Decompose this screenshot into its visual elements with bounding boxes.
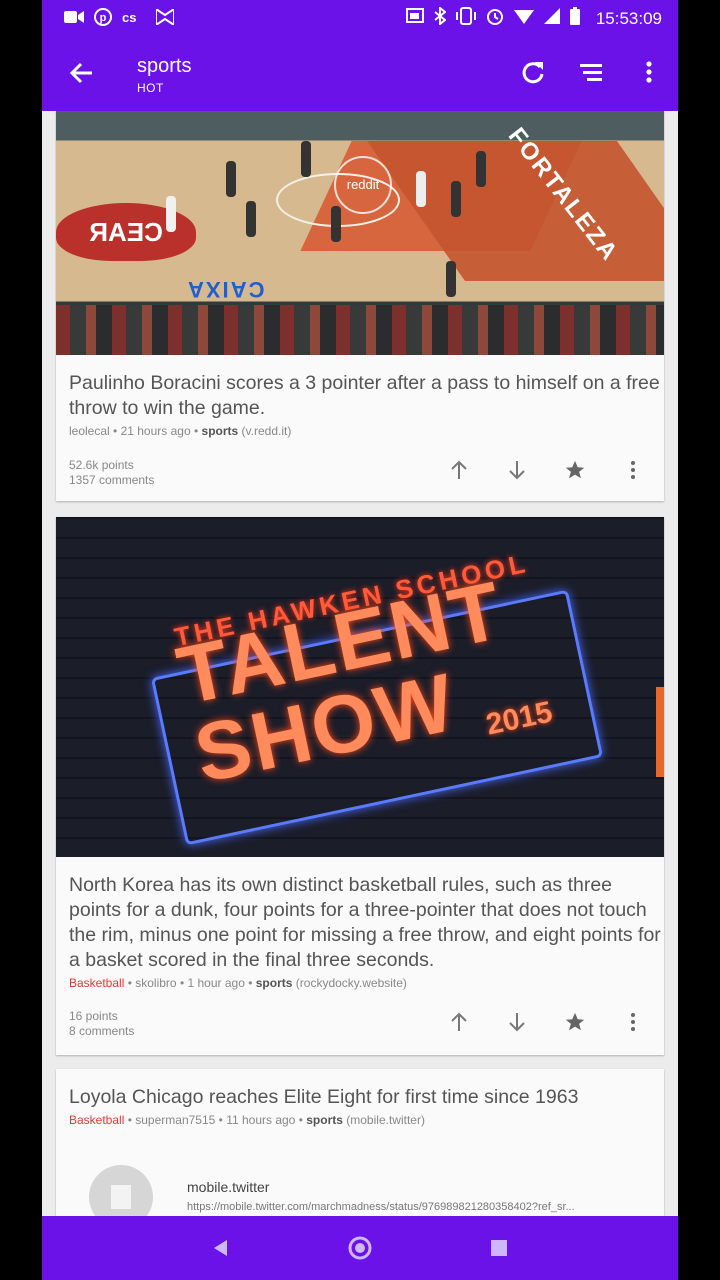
back-button[interactable] — [64, 55, 100, 91]
nav-home-button[interactable] — [345, 1233, 375, 1263]
svg-text:cs: cs — [122, 10, 136, 24]
nav-back-button[interactable] — [206, 1233, 236, 1263]
sort-button[interactable] — [576, 57, 606, 92]
post-title[interactable]: North Korea has its own distinct basketb… — [69, 873, 664, 973]
post-author[interactable]: skolibro — [135, 976, 176, 990]
post-domain: (rockydocky.website) — [295, 976, 407, 990]
post-meta: Basketball • superman7515 • 11 hours ago… — [69, 1113, 425, 1127]
post-card[interactable]: Loyola Chicago reaches Elite Eight for f… — [56, 1069, 664, 1216]
star-icon — [565, 1012, 585, 1031]
link-preview[interactable]: mobile.twitter https://mobile.twitter.co… — [89, 1161, 659, 1216]
post-author[interactable]: superman7515 — [135, 1113, 215, 1127]
post-comments-count[interactable]: 8 comments — [69, 1024, 134, 1039]
battery-icon — [569, 7, 580, 30]
more-vert-icon — [646, 61, 652, 83]
post-thumbnail-video[interactable]: CEAR CAIXA FORTALEZA reddit — [56, 111, 664, 355]
image-placeholder-icon — [111, 1185, 131, 1209]
square-recents-icon — [490, 1240, 507, 1256]
overflow-menu-button[interactable] — [634, 57, 664, 92]
post-subreddit[interactable]: sports — [306, 1113, 343, 1127]
link-domain: mobile.twitter — [187, 1179, 270, 1195]
video-call-icon — [64, 10, 84, 28]
post-points: 16 points — [69, 1009, 118, 1023]
arrow-up-icon — [451, 1012, 467, 1031]
upvote-button[interactable] — [446, 457, 472, 483]
wifi-icon — [513, 8, 534, 29]
system-nav-bar — [42, 1216, 678, 1280]
link-thumbnail — [89, 1165, 153, 1216]
link-url[interactable]: https://mobile.twitter.com/marchmadness/… — [187, 1201, 657, 1213]
post-card[interactable]: THE HAWKEN SCHOOL TALENT SHOW 2015 North… — [56, 517, 664, 1055]
post-title[interactable]: Paulinho Boracini scores a 3 pointer aft… — [69, 371, 664, 421]
page-title: sports — [137, 55, 192, 77]
post-points: 52.6k points — [69, 458, 134, 472]
nav-recents-button[interactable] — [484, 1233, 514, 1263]
court-floor-graphic: CAIXA — [186, 277, 265, 302]
downvote-button[interactable] — [504, 457, 530, 483]
post-overflow-button[interactable] — [620, 1009, 646, 1035]
downvote-button[interactable] — [504, 1009, 530, 1035]
save-star-button[interactable] — [562, 457, 588, 483]
save-star-button[interactable] — [562, 1009, 588, 1035]
post-domain: (mobile.twitter) — [346, 1113, 425, 1127]
alarm-icon — [486, 7, 504, 30]
clock-time: 15:53:09 — [595, 8, 662, 28]
svg-text:p: p — [100, 12, 107, 24]
phone-screen: p cs 15:53:09 sports HOT CEAR CAIXA FORT… — [42, 0, 678, 1280]
status-bar: p cs 15:53:09 — [42, 0, 678, 37]
more-vert-icon — [631, 461, 635, 479]
cast-icon — [405, 8, 424, 29]
video-watermark: reddit — [334, 156, 392, 214]
post-feed[interactable]: CEAR CAIXA FORTALEZA reddit Paulinho Bor… — [42, 111, 678, 1216]
app-bar: sports HOT — [42, 37, 678, 111]
arrow-down-icon — [509, 1013, 525, 1032]
refresh-button[interactable] — [518, 57, 548, 92]
post-time: 11 hours ago — [226, 1113, 296, 1127]
cs-icon: cs — [122, 10, 146, 28]
arrow-up-icon — [451, 460, 467, 479]
post-comments-count[interactable]: 1357 comments — [69, 473, 154, 488]
post-meta: leolecal • 21 hours ago • sports (v.redd… — [69, 424, 292, 438]
post-title[interactable]: Loyola Chicago reaches Elite Eight for f… — [69, 1085, 578, 1110]
toolbar-title-group: sports HOT — [137, 55, 191, 95]
post-stats: 52.6k points 1357 comments — [69, 458, 154, 488]
post-flair: Basketball — [69, 1113, 125, 1127]
post-subreddit[interactable]: sports — [202, 424, 239, 438]
bowtie-icon — [155, 6, 175, 29]
post-meta: Basketball • skolibro • 1 hour ago • spo… — [69, 976, 407, 990]
post-card[interactable]: CEAR CAIXA FORTALEZA reddit Paulinho Bor… — [56, 111, 664, 501]
vibrate-icon — [455, 7, 476, 30]
triangle-back-icon — [214, 1240, 228, 1256]
post-stats: 16 points 8 comments — [69, 1009, 134, 1039]
pinterest-icon: p — [94, 7, 112, 30]
arrow-down-icon — [509, 461, 525, 480]
circle-home-icon — [348, 1236, 372, 1260]
post-flair: Basketball — [69, 976, 125, 990]
upvote-button[interactable] — [446, 1009, 472, 1035]
signal-icon — [543, 8, 560, 29]
post-time: 21 hours ago — [120, 424, 191, 438]
post-time: 1 hour ago — [187, 976, 245, 990]
refresh-icon — [522, 62, 544, 84]
post-overflow-button[interactable] — [620, 457, 646, 483]
post-subreddit[interactable]: sports — [256, 976, 293, 990]
post-thumbnail-image[interactable]: THE HAWKEN SCHOOL TALENT SHOW 2015 — [56, 517, 664, 857]
post-domain: (v.redd.it) — [241, 424, 292, 438]
bluetooth-icon — [434, 5, 447, 30]
sort-icon — [580, 64, 602, 81]
post-author[interactable]: leolecal — [69, 424, 110, 438]
arrow-back-icon — [69, 62, 92, 84]
sort-subtitle: HOT — [137, 81, 164, 95]
more-vert-icon — [631, 1013, 635, 1031]
star-icon — [565, 460, 585, 479]
